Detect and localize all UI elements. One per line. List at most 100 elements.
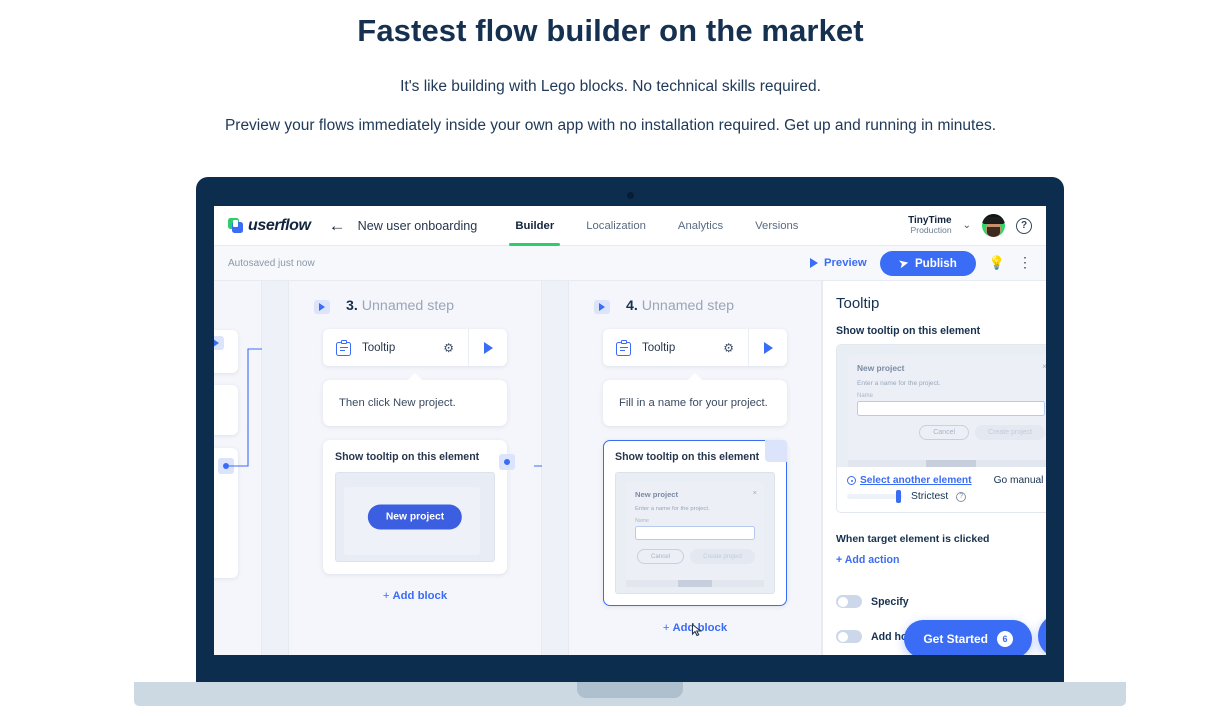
step-3-tooltip-text: Then click New project. — [339, 397, 456, 409]
laptop-mockup: userflow ← New user onboarding Builder L… — [134, 177, 1126, 706]
lightbulb-icon[interactable]: 💡 — [989, 255, 1005, 271]
config-modal-title: New project — [857, 363, 905, 373]
step-4-tooltip-text: Fill in a name for your project. — [619, 397, 768, 409]
app-screen: userflow ← New user onboarding Builder L… — [214, 206, 1046, 655]
step-3-number: 3. — [346, 298, 358, 314]
chevron-down-icon[interactable]: ⌄ — [963, 220, 971, 231]
step-3-add-block[interactable]: + Add block — [289, 590, 541, 602]
step-3-element-label: Show tooltip on this element — [335, 451, 480, 463]
select-another-element-button[interactable]: Select another element — [847, 475, 972, 486]
help-icon[interactable]: ? — [1016, 217, 1032, 234]
flow-gutter-1 — [262, 281, 289, 655]
config-modal-field-label: Name — [857, 393, 874, 399]
tab-localization[interactable]: Localization — [570, 206, 662, 246]
mini-modal-buttons: Cancel Create project — [635, 549, 755, 564]
connector-arrow-left — [214, 336, 224, 350]
strictness-slider[interactable] — [847, 490, 903, 503]
mini-modal-input — [635, 526, 755, 540]
go-manual-button[interactable]: Go manual ✎ — [994, 475, 1046, 486]
step-3-block-type: Tooltip — [362, 341, 396, 354]
step-4-element-card[interactable]: Show tooltip on this element New project… — [603, 440, 787, 606]
tab-builder[interactable]: Builder — [499, 206, 570, 246]
plus-icon: + — [662, 622, 670, 634]
tooltip-block-icon — [616, 339, 631, 356]
gear-icon[interactable]: ⚙ — [443, 341, 454, 355]
mini-modal-title: New project — [635, 490, 679, 499]
step-4-add-block-label: Add block — [672, 622, 728, 634]
step-4-title: 4. Unnamed step — [626, 298, 821, 314]
step-3-tooltip-preview: Then click New project. — [323, 373, 507, 426]
tab-analytics[interactable]: Analytics — [662, 206, 739, 246]
step-3-block-header[interactable]: Tooltip ⚙ — [323, 329, 507, 366]
get-started-widget[interactable]: Get Started 6 — [904, 620, 1032, 655]
paper-plane-icon: ➤ — [897, 256, 910, 271]
get-started-label: Get Started — [923, 632, 988, 646]
step-3-element-screenshot: New project — [335, 472, 495, 562]
hero-section: Fastest flow builder on the market It's … — [0, 0, 1221, 135]
connector-dot-out-left — [218, 458, 234, 474]
preview-button[interactable]: Preview — [810, 257, 867, 269]
config-modal-footer — [848, 460, 1046, 467]
config-panel-header: Tooltip × — [836, 295, 1046, 312]
tab-versions[interactable]: Versions — [739, 206, 814, 246]
app-header-right: TinyTime Production ⌄ ? — [908, 214, 1032, 237]
hero-subtitle-1: It's like building with Lego blocks. No … — [400, 78, 821, 95]
more-options-icon[interactable]: ⋮ — [1018, 255, 1032, 269]
hotspot-toggle[interactable] — [836, 630, 862, 643]
config-element-screenshot: New project × Enter a name for the proje… — [837, 345, 1046, 467]
step-3-title: 3. Unnamed step — [346, 298, 541, 314]
userflow-wordmark: userflow — [248, 216, 311, 234]
step-3-run-button[interactable] — [469, 341, 507, 354]
sub-toolbar: Autosaved just now Preview ➤ Publish 💡 ⋮ — [214, 246, 1046, 281]
config-modal-submit: Create project — [975, 425, 1045, 440]
sub-toolbar-actions: Preview ➤ Publish 💡 ⋮ — [810, 250, 1032, 276]
select-another-element-label: Select another element — [860, 475, 972, 486]
mini-modal-description: Enter a name for the project. — [635, 506, 710, 512]
config-element-box: New project × Enter a name for the proje… — [836, 344, 1046, 513]
publish-label: Publish — [914, 256, 957, 270]
workspace-switcher[interactable]: TinyTime Production — [908, 215, 952, 236]
page-root: Fastest flow builder on the market It's … — [0, 0, 1221, 717]
hero-subtitle-2: Preview your flows immediately inside yo… — [224, 117, 997, 134]
step-4-add-block[interactable]: + Add block — [569, 622, 821, 634]
chat-launcher-button[interactable] — [1038, 614, 1046, 655]
config-element-actions: Select another element Go manual ✎ — [837, 467, 1046, 488]
step-3-element-card[interactable]: Show tooltip on this element New project — [323, 440, 515, 574]
app-header: userflow ← New user onboarding Builder L… — [214, 206, 1046, 246]
get-started-count-badge: 6 — [997, 631, 1013, 647]
laptop-notch — [577, 682, 683, 698]
flow-canvas: 3. Unnamed step Tooltip ⚙ Then click New… — [214, 281, 1046, 655]
step-4-block-header[interactable]: Tooltip ⚙ — [603, 329, 787, 366]
specify-toggle[interactable] — [836, 595, 862, 608]
publish-button[interactable]: ➤ Publish — [879, 250, 976, 276]
config-element-section-label: Show tooltip on this element — [836, 325, 981, 337]
config-modal-description: Enter a name for the project. — [857, 380, 941, 387]
userflow-logo[interactable]: userflow — [228, 217, 311, 235]
step-4-element-screenshot: New project × Enter a name for the proje… — [615, 472, 775, 594]
back-arrow-icon[interactable]: ← — [329, 217, 346, 234]
nav-tabs: Builder Localization Analytics Versions — [499, 206, 814, 246]
gear-icon[interactable]: ⚙ — [723, 341, 734, 355]
mini-modal-footer — [626, 580, 764, 587]
step-3-target-button: New project — [367, 504, 463, 530]
partial-card-2 — [214, 385, 238, 435]
step-3-connector-dot — [499, 454, 515, 470]
play-icon — [810, 258, 818, 268]
flow-title[interactable]: New user onboarding — [358, 219, 478, 233]
step-4-run-button[interactable] — [749, 341, 787, 354]
step-4-block-type: Tooltip — [642, 341, 676, 354]
config-panel: Tooltip × Show tooltip on this element N… — [822, 281, 1046, 655]
step-4-element-label: Show tooltip on this element — [615, 451, 760, 463]
step-4-inbound-arrow — [594, 300, 610, 314]
workspace-environment: Production — [910, 225, 952, 236]
strictness-label: Strictest — [911, 491, 949, 502]
plus-icon: + — [382, 590, 390, 602]
config-modal-buttons: Cancel Create project — [857, 425, 1045, 440]
autosave-status: Autosaved just now — [228, 257, 315, 269]
add-action-button[interactable]: + Add action — [836, 554, 1046, 566]
laptop-camera — [626, 192, 634, 199]
avatar[interactable] — [982, 214, 1005, 237]
mini-modal: New project × Enter a name for the proje… — [626, 482, 764, 587]
help-circle-icon[interactable]: ? — [956, 491, 967, 502]
mini-modal-cancel: Cancel — [636, 549, 685, 564]
